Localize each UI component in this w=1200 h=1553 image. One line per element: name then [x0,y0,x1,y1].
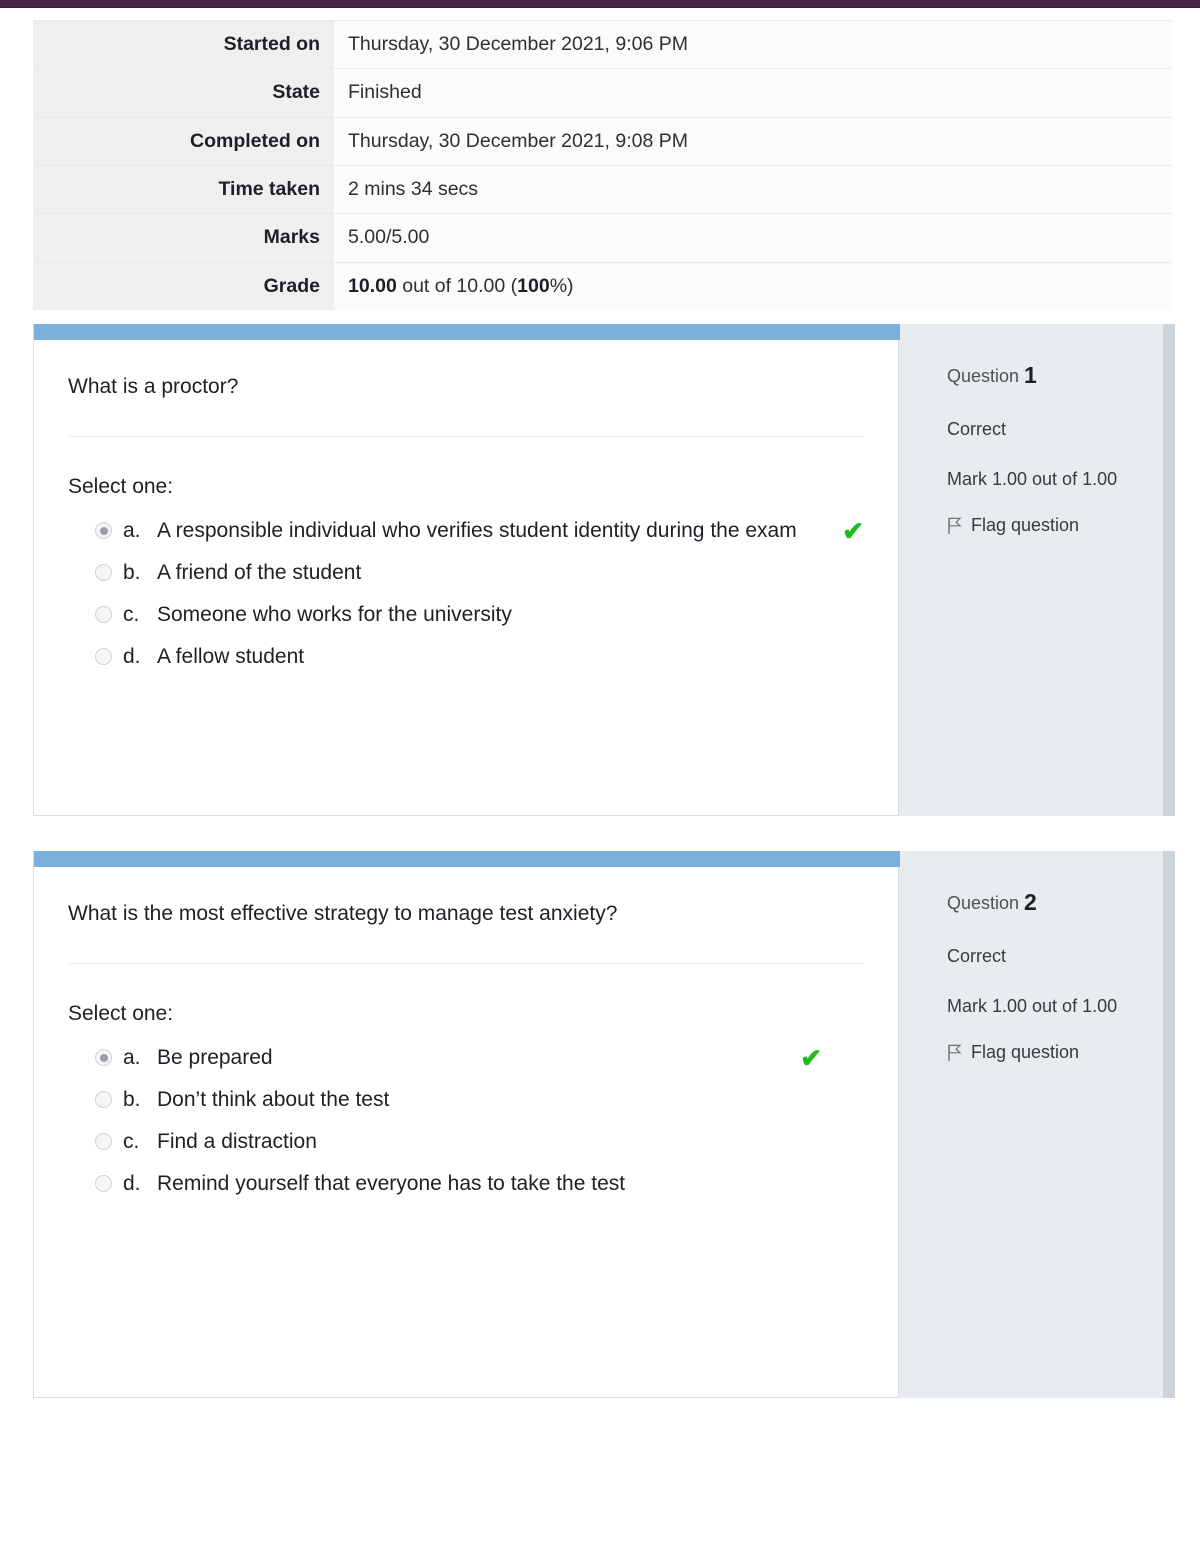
list-item[interactable]: d. A fellow student [68,639,864,675]
table-row: Grade 10.00 out of 10.00 (100%) [33,262,1172,311]
radio-button-icon[interactable] [95,1091,112,1109]
list-item[interactable]: a. Be prepared ✔ [68,1040,864,1076]
radio-button-icon[interactable] [95,606,112,624]
attempt-summary-table: Started on Thursday, 30 December 2021, 9… [33,20,1172,311]
table-row: Time taken 2 mins 34 secs [33,165,1172,214]
question-1-answer-list: a. A responsible individual who verifies… [68,513,864,674]
radio-button-icon[interactable] [95,564,112,582]
question-block-1: What is a proctor? Select one: a. A resp… [33,324,1175,816]
summary-label-state: State [33,68,334,118]
question-2-state: Correct [947,945,1007,966]
summary-label-started-on: Started on [33,20,334,69]
attempt-summary: Started on Thursday, 30 December 2021, 9… [33,20,1172,311]
radio-button-icon[interactable] [95,1174,112,1192]
question-1-select-one-label: Select one: [68,475,174,499]
summary-value-time-taken: 2 mins 34 secs [334,165,1172,214]
question-2-divider [68,963,864,965]
grade-points: 10.00 [348,274,397,297]
question-1-header-bar [34,324,900,340]
answer-letter: d. [123,1171,141,1195]
question-number: 2 [1024,889,1037,915]
grade-percent: 100 [517,274,550,297]
question-1-layout: What is a proctor? Select one: a. A resp… [33,324,1175,816]
question-2-answer-list: a. Be prepared ✔ b. Don’t think about th… [68,1040,864,1201]
table-row: State Finished [33,68,1172,118]
question-number: 1 [1024,362,1037,388]
answer-letter: a. [123,519,141,543]
question-2-info-panel: Question 2 Correct Mark 1.00 out of 1.00… [899,851,1175,1398]
list-item[interactable]: b. Don’t think about the test [68,1082,864,1118]
check-icon: ✔ [842,516,864,547]
summary-value-started-on: Thursday, 30 December 2021, 9:06 PM [334,20,1172,69]
check-icon: ✔ [800,1043,822,1074]
answer-letter: c. [123,1130,140,1154]
summary-label-time-taken: Time taken [33,165,334,214]
question-2-content: What is the most effective strategy to m… [33,851,900,1398]
answer-text: A fellow student [157,644,305,668]
summary-value-marks: 5.00/5.00 [334,213,1172,263]
question-word: Question [947,366,1025,386]
radio-button-icon[interactable] [95,1049,112,1067]
grade-outof-text: out of 10.00 ( [396,274,518,297]
flag-question-label: Flag question [971,1042,1080,1063]
grade-percent-suffix: %) [549,274,574,297]
table-row: Completed on Thursday, 30 December 2021,… [33,117,1172,166]
list-item[interactable]: d. Remind yourself that everyone has to … [68,1166,864,1202]
question-2-header-bar [34,851,900,867]
answer-text: A responsible individual who verifies st… [157,519,797,543]
answer-text: Remind yourself that everyone has to tak… [157,1171,626,1195]
question-1-flag-button[interactable]: Flag question [947,515,1139,536]
summary-value-state: Finished [334,68,1172,118]
answer-text: Find a distraction [157,1130,317,1154]
top-navbar-strip [0,0,1200,8]
answer-text: A friend of the student [157,561,362,585]
answer-letter: c. [123,603,140,627]
question-1-state: Correct [947,418,1007,439]
question-2-select-one-label: Select one: [68,1002,174,1026]
table-row: Marks 5.00/5.00 [33,213,1172,263]
list-item[interactable]: c. Someone who works for the university [68,597,864,633]
question-1-divider [68,436,864,438]
question-1-text: What is a proctor? [68,375,239,398]
list-item[interactable]: a. A responsible individual who verifies… [68,513,864,549]
question-2-body: What is the most effective strategy to m… [34,851,898,1238]
answer-letter: b. [123,561,141,585]
flag-question-label: Flag question [971,515,1080,536]
question-1-content: What is a proctor? Select one: a. A resp… [33,324,900,816]
answer-text: Don’t think about the test [157,1088,390,1112]
question-2-layout: What is the most effective strategy to m… [33,851,1175,1398]
answer-text: Be prepared [157,1046,273,1070]
radio-button-icon[interactable] [95,1133,112,1151]
list-item[interactable]: c. Find a distraction [68,1124,864,1160]
question-block-2: What is the most effective strategy to m… [33,851,1175,1398]
question-1-info-panel: Question 1 Correct Mark 1.00 out of 1.00… [899,324,1175,816]
question-1-body: What is a proctor? Select one: a. A resp… [34,324,898,711]
question-2-flag-button[interactable]: Flag question [947,1042,1139,1063]
list-item[interactable]: b. A friend of the student [68,555,864,591]
flag-icon [947,517,962,535]
question-2-number-label: Question 2 [947,885,1139,921]
radio-button-icon[interactable] [95,647,112,665]
question-1-number-label: Question 1 [947,358,1139,394]
answer-text: Someone who works for the university [157,603,512,627]
flag-icon [947,1044,962,1062]
question-2-mark: Mark 1.00 out of 1.00 [947,995,1118,1016]
question-2-text: What is the most effective strategy to m… [68,902,618,925]
question-1-mark: Mark 1.00 out of 1.00 [947,468,1118,489]
question-word: Question [947,893,1025,913]
summary-label-grade: Grade [33,262,334,311]
answer-letter: d. [123,644,141,668]
answer-letter: b. [123,1088,141,1112]
summary-value-grade: 10.00 out of 10.00 (100%) [334,262,1172,311]
table-row: Started on Thursday, 30 December 2021, 9… [33,20,1172,69]
radio-button-icon[interactable] [95,522,112,540]
answer-letter: a. [123,1046,141,1070]
summary-label-completed-on: Completed on [33,117,334,166]
summary-label-marks: Marks [33,213,334,263]
summary-value-completed-on: Thursday, 30 December 2021, 9:08 PM [334,117,1172,166]
attempt-summary-body: Started on Thursday, 30 December 2021, 9… [33,20,1172,311]
